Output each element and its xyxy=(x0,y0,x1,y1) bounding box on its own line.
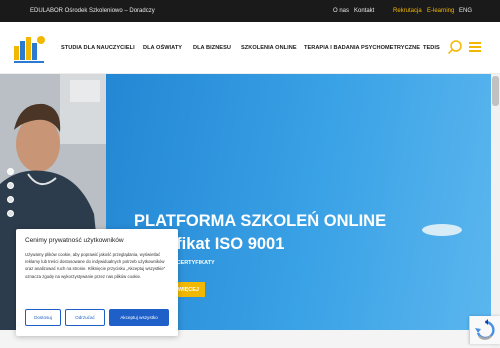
hamburger-menu-icon[interactable] xyxy=(469,42,481,52)
slider-dot-2[interactable] xyxy=(7,182,14,189)
search-icon[interactable] xyxy=(447,39,463,55)
main-navigation: STUDIA DLA NAUCZYCIELI DLA OŚWIATY DLA B… xyxy=(0,22,500,74)
cookie-consent-popup: Cenimy prywatność użytkowników Używamy p… xyxy=(16,229,178,336)
nav-item-tedis[interactable]: TEDIS xyxy=(423,45,440,51)
nav-item-studia[interactable]: STUDIA DLA NAUCZYCIELI xyxy=(61,45,135,51)
slider-dot-4[interactable] xyxy=(7,210,14,217)
nav-item-biznesu[interactable]: DLA BIZNESU xyxy=(193,45,231,51)
page-scrollbar[interactable] xyxy=(491,74,500,348)
top-link-elearning[interactable]: E-learning xyxy=(427,8,454,14)
scrollbar-thumb[interactable] xyxy=(492,76,499,106)
top-bar-brand-text: EDULABOR Ośrodek Szkoleniowo – Doradczy xyxy=(30,8,155,14)
cookie-text: Używamy plików cookie, aby poprawić jako… xyxy=(25,252,166,279)
cookie-accept-all-button[interactable]: Akceptuj wszystko xyxy=(109,309,169,326)
top-link-language[interactable]: ENG xyxy=(459,8,472,14)
hero-title-line1: PLATFORMA SZKOLEŃ ONLINE xyxy=(134,212,387,230)
cookie-title: Cenimy prywatność użytkowników xyxy=(25,237,124,244)
edulabor-logo[interactable] xyxy=(12,32,48,66)
cookie-reject-button[interactable]: Odrzućać xyxy=(65,309,105,326)
top-link-about[interactable]: O nas xyxy=(333,8,349,14)
slider-dot-1[interactable] xyxy=(7,168,14,175)
top-link-contact[interactable]: Kontakt xyxy=(354,8,374,14)
recaptcha-icon xyxy=(475,319,495,340)
lamp-decoration xyxy=(422,224,462,236)
cookie-customize-button[interactable]: Dostosuj xyxy=(25,309,61,326)
slider-dot-3[interactable] xyxy=(7,196,14,203)
top-bar: EDULABOR Ośrodek Szkoleniowo – Doradczy … xyxy=(0,0,500,22)
nav-item-oswiaty[interactable]: DLA OŚWIATY xyxy=(143,45,182,51)
top-link-recruitment[interactable]: Rekrutacja xyxy=(393,8,422,14)
nav-item-terapia[interactable]: TERAPIA I BADANIA PSYCHOMETRYCZNE xyxy=(304,45,420,51)
recaptcha-badge[interactable] xyxy=(469,316,500,344)
nav-item-szkolenia-online[interactable]: SZKOLENIA ONLINE xyxy=(241,45,297,51)
